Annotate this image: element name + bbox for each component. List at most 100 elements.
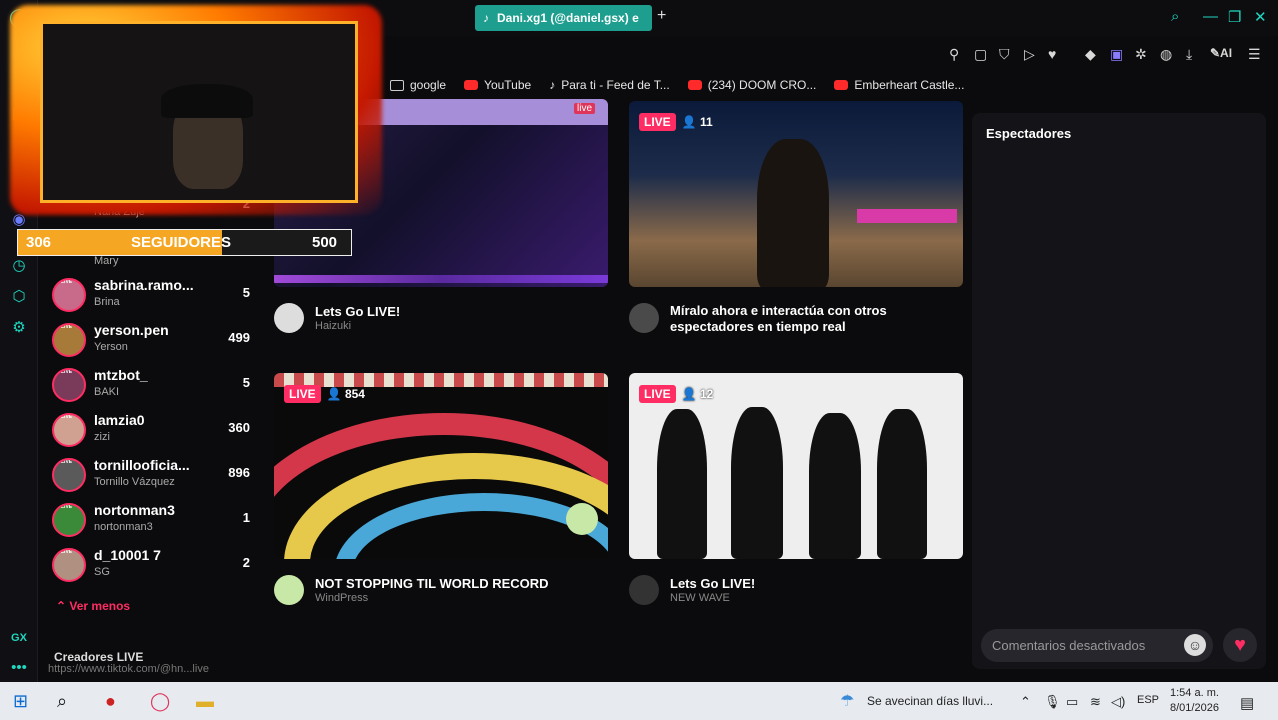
avatar[interactable]: LIVE — [52, 278, 86, 312]
viewers-title: Espectadores — [986, 126, 1072, 141]
bookmark-youtube[interactable]: YouTube — [464, 78, 531, 92]
extensions-icon[interactable]: ⬡ — [9, 287, 29, 307]
list-item[interactable]: LIVE lamzia0 zizi 360 — [52, 411, 262, 453]
channel-name: lamzia0 — [94, 412, 145, 428]
viewer-count: 👤 12 — [681, 387, 714, 401]
like-button[interactable]: ♥ — [1223, 628, 1257, 662]
opera-app-icon[interactable]: ◯ — [150, 691, 170, 712]
emoji-icon[interactable]: ☺ — [1184, 634, 1206, 656]
history-icon[interactable]: ◷ — [9, 256, 29, 276]
shield-icon[interactable]: ⛉ — [999, 46, 1010, 63]
channel-name: d_10001 7 — [94, 547, 161, 563]
live-badge: LIVE 👤 11 — [639, 113, 713, 131]
channel-subtitle: Brina — [94, 296, 120, 308]
volume-icon[interactable]: ◁) — [1111, 694, 1125, 710]
menu-icon[interactable]: ☰ — [1248, 46, 1261, 63]
follower-count: 306 — [26, 234, 52, 251]
list-item[interactable]: LIVE tornillooficia... Tornillo Vázquez 896 — [52, 456, 262, 498]
tab-title: Dani.xg1 (@daniel.gsx) e — [497, 11, 639, 25]
stream-title[interactable]: Lets Go LIVE! — [670, 576, 755, 592]
language-indicator[interactable]: ESP — [1137, 694, 1159, 706]
new-tab-button[interactable]: + — [657, 7, 666, 25]
folder-icon — [390, 79, 404, 91]
channel-name: sabrina.ramo... — [94, 277, 194, 293]
youtube-icon — [687, 80, 702, 90]
download-icon[interactable]: ⤓ — [1186, 46, 1192, 63]
vpn-icon[interactable]: ◍ — [1160, 46, 1172, 63]
heart-icon[interactable]: ♥ — [1048, 46, 1056, 62]
puzzle-icon[interactable]: ✲ — [1135, 46, 1147, 63]
youtube-icon — [834, 80, 849, 90]
settings-icon[interactable]: ⚙ — [9, 318, 29, 338]
viewer-count: 1 — [242, 510, 250, 525]
play-icon[interactable]: ▷ — [1024, 46, 1035, 63]
avatar[interactable] — [274, 575, 304, 605]
stream-thumbnail[interactable]: LIVE 👤 12 — [629, 373, 963, 559]
stream-thumbnail[interactable]: LIVE 👤 854 — [274, 373, 608, 559]
avatar[interactable]: LIVE — [52, 323, 86, 357]
weather-text[interactable]: Se avecinan días lluvi... — [867, 694, 993, 708]
wifi-icon[interactable]: ≋ — [1090, 694, 1101, 710]
bookmark-tiktok-feed[interactable]: ♪ Para ti - Feed de T... — [549, 78, 670, 92]
channel-subtitle: Tornillo Vázquez — [94, 476, 175, 488]
ai-icon[interactable]: ✎AI — [1210, 46, 1232, 60]
viewer-count: 499 — [228, 330, 250, 345]
stream-user: Haizuki — [315, 320, 352, 332]
gx-corner-icon[interactable]: GX — [9, 628, 29, 648]
show-less-link[interactable]: ⌃ Ver menos — [56, 599, 130, 613]
list-item[interactable]: LIVE sabrina.ramo... Brina 5 — [52, 276, 262, 318]
comment-input[interactable]: Comentarios desactivados — [981, 629, 1213, 662]
creators-heading: Creadores LIVE — [54, 650, 144, 664]
avatar[interactable]: LIVE — [52, 503, 86, 537]
bookmark-google[interactable]: google — [390, 78, 446, 92]
minimize-icon[interactable]: — — [1203, 8, 1218, 25]
viewers-panel: Espectadores — [972, 113, 1266, 669]
battery-icon[interactable]: ▭ — [1066, 694, 1078, 710]
close-icon[interactable]: ✕ — [1254, 8, 1267, 26]
browser-app-icon[interactable]: ● — [105, 691, 116, 712]
file-explorer-icon[interactable]: ▬ — [196, 691, 214, 712]
avatar[interactable]: LIVE — [52, 413, 86, 447]
stream-user: WindPress — [315, 592, 369, 604]
channel-subtitle: Yerson — [94, 341, 128, 353]
search-icon[interactable]: ⌕ — [57, 691, 67, 712]
list-item[interactable]: LIVE yerson.pen Yerson 499 — [52, 321, 262, 363]
search-icon[interactable]: ⌕ — [1171, 8, 1179, 25]
avatar[interactable]: LIVE — [52, 458, 86, 492]
channel-subtitle: nortonman3 — [94, 521, 153, 533]
live-badge: LIVE 👤 854 — [284, 385, 365, 403]
avatar[interactable] — [629, 575, 659, 605]
chat-icon[interactable]: ◆ — [1085, 46, 1096, 63]
channel-subtitle: BAKI — [94, 386, 120, 398]
stream-title[interactable]: NOT STOPPING TIL WORLD RECORD — [315, 576, 549, 592]
microphone-icon[interactable]: 🎙 — [1044, 694, 1061, 710]
chevron-up-icon[interactable]: ⌃ — [1020, 694, 1031, 710]
stream-title[interactable]: Míralo ahora e interactúa con otros espe… — [670, 303, 910, 335]
avatar[interactable] — [274, 303, 304, 333]
bookmark-emberheart[interactable]: Emberheart Castle... — [834, 78, 964, 92]
snapshot-icon[interactable]: ▢ — [974, 46, 987, 63]
bookmark-doom[interactable]: (234) DOOM CRO... — [687, 78, 816, 92]
avatar[interactable]: LIVE — [52, 548, 86, 582]
maximize-icon[interactable]: ❐ — [1228, 8, 1241, 26]
stream-title[interactable]: Lets Go LIVE! — [315, 304, 400, 320]
follower-goal: 500 — [312, 234, 338, 251]
follower-goal-bar: 306 SEGUIDORES 500 — [17, 229, 352, 256]
more-icon[interactable]: ••• — [9, 658, 29, 678]
extension-icon[interactable]: ▣ — [1110, 46, 1123, 63]
channel-name: nortonman3 — [94, 502, 175, 518]
tiktok-icon: ♪ — [549, 78, 556, 92]
weather-icon[interactable]: ☂ — [840, 691, 854, 711]
channel-subtitle: zizi — [94, 431, 110, 443]
stream-thumbnail[interactable]: LIVE 👤 11 — [629, 101, 963, 287]
pin-icon[interactable]: ⚲ — [949, 46, 959, 63]
notifications-icon[interactable]: ▤ — [1240, 694, 1254, 712]
clock[interactable]: 1:54 a. m. 8/01/2026 — [1170, 686, 1219, 716]
avatar[interactable]: LIVE — [52, 368, 86, 402]
active-tab[interactable]: ♪ Dani.xg1 (@daniel.gsx) e — [475, 5, 652, 31]
list-item[interactable]: LIVE mtzbot_ BAKI 5 — [52, 366, 262, 408]
list-item[interactable]: LIVE nortonman3 nortonman3 1 — [52, 501, 262, 543]
list-item[interactable]: LIVE d_10001 7 SG 2 — [52, 546, 262, 588]
avatar[interactable] — [629, 303, 659, 333]
windows-start-icon[interactable]: ⊞ — [13, 691, 28, 712]
